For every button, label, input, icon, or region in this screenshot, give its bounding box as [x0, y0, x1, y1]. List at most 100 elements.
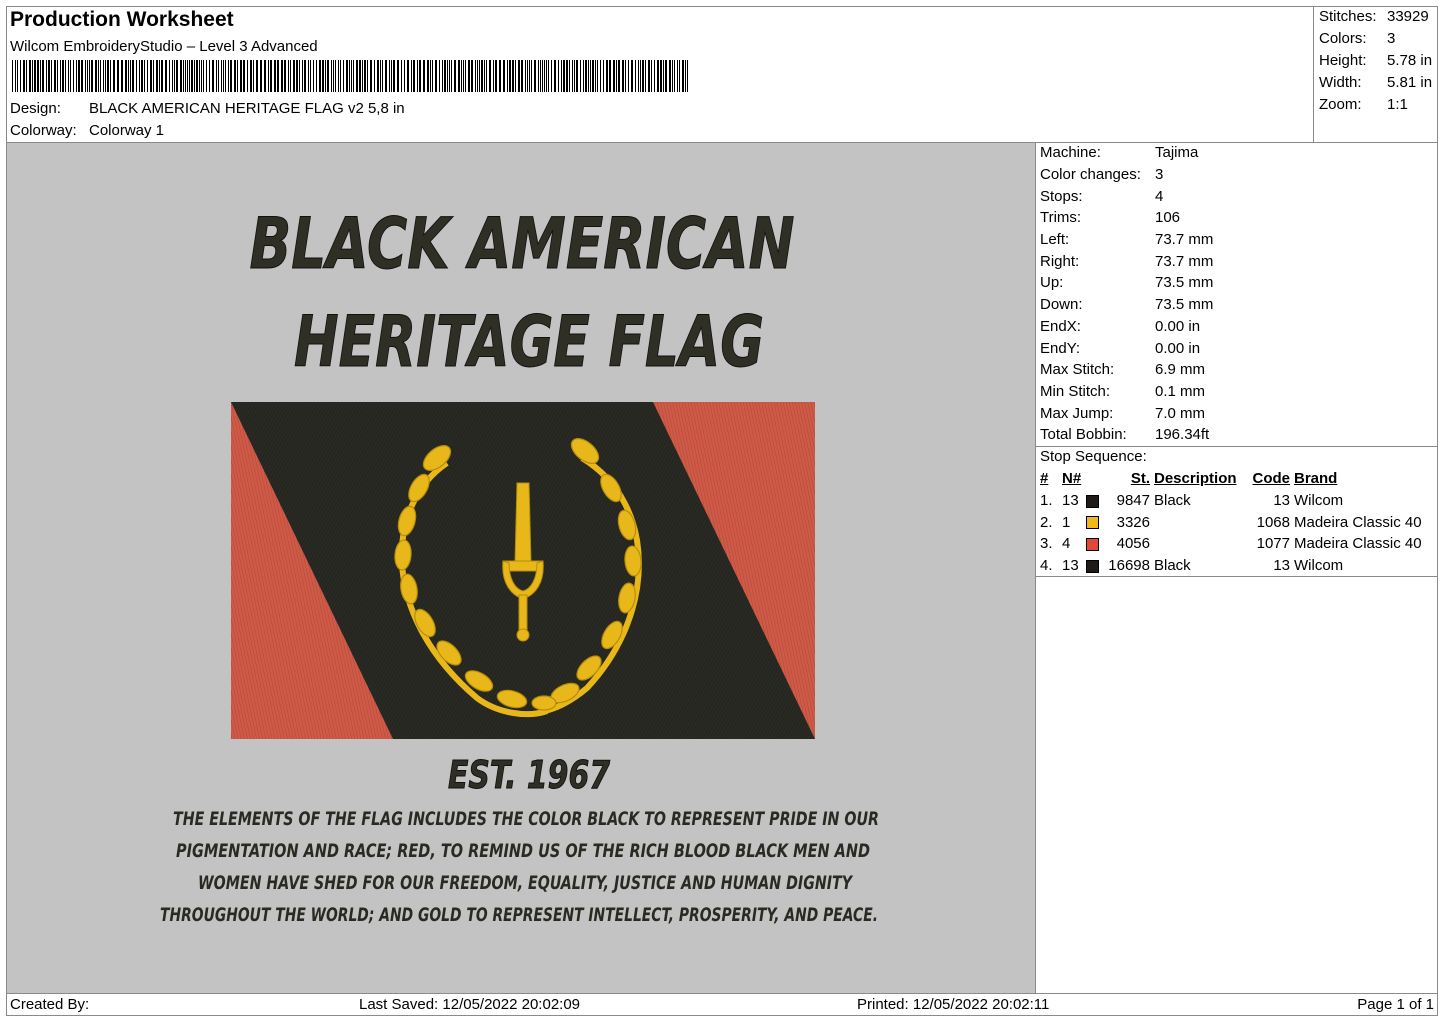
- printed-date: Printed: 12/05/2022 20:02:11: [857, 996, 1050, 1013]
- barcode-bar: [563, 60, 565, 92]
- barcode-bar: [304, 60, 306, 92]
- table-row: 4. 13 16698 Black 13 Wilcom: [1040, 557, 1344, 575]
- barcode-bar: [174, 60, 175, 92]
- barcode-bar: [29, 60, 31, 92]
- divider: [1036, 576, 1438, 577]
- barcode-bar: [68, 60, 69, 92]
- barcode-bar: [507, 60, 508, 92]
- barcode-bar: [17, 60, 18, 92]
- barcode-bar: [463, 60, 464, 92]
- barcode-bar: [253, 60, 254, 92]
- barcode-bar: [316, 60, 317, 92]
- barcode-bar: [531, 60, 532, 92]
- barcode-bar: [640, 60, 641, 92]
- barcode-bar: [509, 60, 511, 92]
- barcode-bar: [665, 60, 667, 92]
- barcode-bar: [296, 60, 298, 92]
- barcode-bar: [230, 60, 232, 92]
- barcode-bar: [189, 60, 190, 92]
- barcode-bar: [592, 60, 594, 92]
- barcode-bar: [196, 60, 198, 92]
- barcode-bar: [356, 60, 358, 92]
- heritage-flag: [231, 402, 815, 739]
- barcode-bar: [284, 60, 286, 92]
- barcode-bar: [521, 60, 523, 92]
- barcode-bar: [176, 60, 178, 92]
- last-saved: Last Saved: 12/05/2022 20:02:09: [359, 996, 581, 1013]
- barcode-bar: [458, 60, 460, 92]
- barcode-bar: [62, 60, 64, 92]
- barcode-bar: [382, 60, 383, 92]
- barcode-bar: [669, 60, 671, 92]
- barcode-bar: [454, 60, 456, 92]
- barcode-bar: [595, 60, 596, 92]
- barcode-bar: [417, 60, 418, 92]
- barcode-bar: [125, 60, 127, 92]
- barcode-bar: [471, 60, 473, 92]
- barcode-bar: [576, 60, 578, 92]
- barcode-bar: [37, 60, 39, 92]
- barcode-bar: [187, 60, 188, 92]
- barcode-bar: [616, 60, 617, 92]
- barcode-bar: [243, 60, 245, 92]
- barcode-bar: [110, 60, 111, 92]
- barcode-bar: [223, 60, 224, 92]
- machine-row: Trims: 106: [1040, 209, 1181, 226]
- barcode-bar: [212, 60, 214, 92]
- barcode-bar: [609, 60, 611, 92]
- machine-row: Up: 73.5 mm: [1040, 274, 1214, 291]
- barcode-bar: [310, 60, 311, 92]
- barcode-bar: [628, 60, 629, 92]
- barcode-bar: [240, 60, 242, 92]
- barcode-bar: [444, 60, 446, 92]
- barcode-bar: [121, 60, 123, 92]
- barcode-bar: [374, 60, 375, 92]
- barcode-bar: [183, 60, 184, 92]
- barcode-bar: [397, 60, 399, 92]
- barcode-bar: [677, 60, 678, 92]
- barcode-bar: [65, 60, 66, 92]
- barcode-bar: [389, 60, 390, 92]
- barcode-bar: [493, 60, 494, 92]
- barcode-bar: [169, 60, 170, 92]
- barcode-bar: [78, 60, 80, 92]
- barcode-bar: [15, 60, 16, 92]
- barcode-bar: [40, 60, 41, 92]
- barcode-bar: [206, 60, 207, 92]
- barcode-bar: [247, 60, 248, 92]
- barcode-bar: [260, 60, 262, 92]
- machine-row: Color changes: 3: [1040, 166, 1164, 183]
- barcode-bar: [288, 60, 289, 92]
- barcode-bar: [165, 60, 167, 92]
- barcode-bar: [73, 60, 74, 92]
- barcode-bar: [117, 60, 119, 92]
- page-number: Page 1 of 1: [1357, 996, 1434, 1013]
- barcode-bar: [185, 60, 186, 92]
- barcode-bar: [484, 60, 485, 92]
- barcode-bar: [477, 60, 478, 92]
- barcode-bar: [385, 60, 387, 92]
- barcode-bar: [128, 60, 129, 92]
- barcode-bar: [566, 60, 568, 92]
- barcode-bar: [359, 60, 361, 92]
- barcode-bar: [427, 60, 429, 92]
- barcode-bar: [548, 60, 549, 92]
- summary-row: Width: 5.81 in: [1319, 74, 1433, 91]
- barcode-bar: [218, 60, 219, 92]
- barcode-bar: [645, 60, 646, 92]
- color-swatch: [1086, 559, 1099, 573]
- barcode-bar: [277, 60, 279, 92]
- barcode-bar: [268, 60, 269, 92]
- barcode-bar: [638, 60, 639, 92]
- barcode-bar: [12, 60, 13, 92]
- barcode-bar: [687, 60, 688, 92]
- barcode-bar: [503, 60, 505, 92]
- design-text-line: PIGMENTATION AND RACE; RED, TO REMIND US…: [176, 840, 870, 862]
- summary-panel: Stitches: 33929 Colors: 3 Height: 5.78 in W…: [1314, 6, 1438, 143]
- barcode-bar: [103, 60, 104, 92]
- barcode-bar: [325, 60, 326, 92]
- barcode-bar: [327, 60, 329, 92]
- barcode-bar: [380, 60, 381, 92]
- barcode-bar: [657, 60, 659, 92]
- stop-sequence-table: # N# St. Description Code Brand 1. 13 98…: [1038, 468, 1424, 576]
